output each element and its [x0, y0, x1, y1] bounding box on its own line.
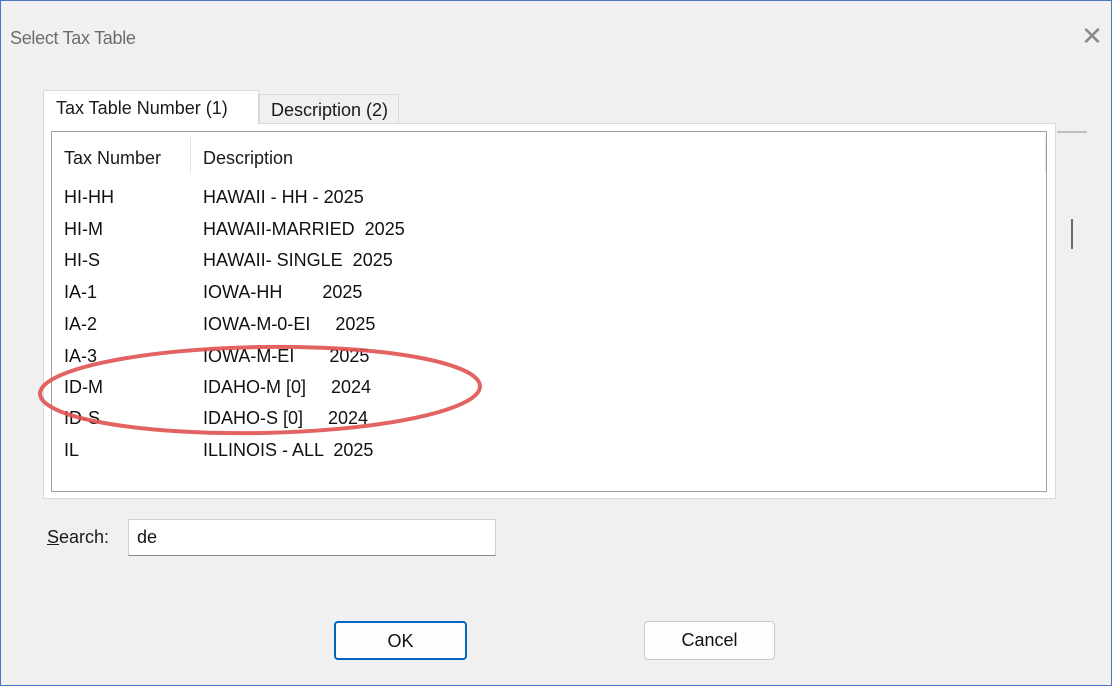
- table-row[interactable]: IA-3 IOWA-M-EI 2025: [52, 342, 1046, 372]
- tax-number-cell: IL: [64, 440, 80, 460]
- tax-number-cell: IA-2: [64, 314, 98, 334]
- column-header-tax-number[interactable]: Tax Number: [64, 148, 161, 169]
- table-row[interactable]: IA-1 IOWA-HH 2025: [52, 278, 1046, 308]
- table-row[interactable]: HI-M HAWAII-MARRIED 2025: [52, 215, 1046, 245]
- tax-number-cell: ID-M: [64, 377, 103, 397]
- tax-number-cell: ID-S: [64, 408, 100, 428]
- dialog-title: Select Tax Table: [10, 28, 136, 48]
- ok-button[interactable]: OK: [334, 621, 467, 660]
- tax-number-cell: HI-S: [64, 250, 100, 270]
- tax-number-cell: HI-HH: [64, 187, 114, 207]
- tax-number-cell: HI-M: [64, 219, 103, 239]
- column-divider[interactable]: [190, 137, 191, 173]
- description-cell: IOWA-HH 2025: [203, 282, 363, 302]
- table-row[interactable]: HI-S HAWAII- SINGLE 2025: [52, 246, 1046, 276]
- search-label-accelerator: S: [47, 527, 60, 547]
- description-cell: IDAHO-S [0] 2024: [203, 408, 369, 428]
- table-row[interactable]: IL ILLINOIS - ALL 2025: [52, 436, 1046, 466]
- vertical-scrollbar[interactable]: [1057, 131, 1087, 496]
- cancel-button[interactable]: Cancel: [644, 621, 775, 660]
- tab-tax-table-number[interactable]: Tax Table Number (1): [43, 90, 259, 124]
- title-bar: Select Tax Table ✕: [1, 1, 1111, 71]
- search-label: Search:: [47, 527, 109, 548]
- table-row[interactable]: HI-HH HAWAII - HH - 2025: [52, 183, 1046, 213]
- description-cell: HAWAII-MARRIED 2025: [203, 219, 405, 239]
- scrollbar-thumb[interactable]: [1071, 219, 1073, 249]
- tax-number-cell: IA-3: [64, 346, 98, 366]
- table-row[interactable]: ID-M IDAHO-M [0] 2024: [52, 373, 1046, 403]
- description-cell: HAWAII - HH - 2025: [203, 187, 364, 207]
- table-row[interactable]: IA-2 IOWA-M-0-EI 2025: [52, 310, 1046, 340]
- description-cell: ILLINOIS - ALL 2025: [203, 440, 374, 460]
- search-input[interactable]: [128, 519, 496, 556]
- tax-number-cell: IA-1: [64, 282, 98, 302]
- description-cell: IOWA-M-EI 2025: [203, 346, 370, 366]
- select-tax-table-dialog: Select Tax Table ✕ Tax Table Number (1) …: [0, 0, 1112, 686]
- description-cell: IDAHO-M [0] 2024: [203, 377, 372, 397]
- tax-table-list[interactable]: Tax Number Description HI-HH HAWAII - HH…: [51, 131, 1047, 492]
- search-label-text: earch:: [59, 527, 110, 547]
- column-divider[interactable]: [1045, 137, 1046, 173]
- tab-description[interactable]: Description (2): [259, 94, 399, 124]
- list-header: Tax Number Description: [52, 132, 1046, 180]
- column-header-description[interactable]: Description: [203, 148, 293, 169]
- description-cell: IOWA-M-0-EI 2025: [203, 314, 376, 334]
- table-row[interactable]: ID-S IDAHO-S [0] 2024: [52, 404, 1046, 434]
- description-cell: HAWAII- SINGLE 2025: [203, 250, 393, 270]
- close-icon[interactable]: ✕: [1077, 21, 1107, 51]
